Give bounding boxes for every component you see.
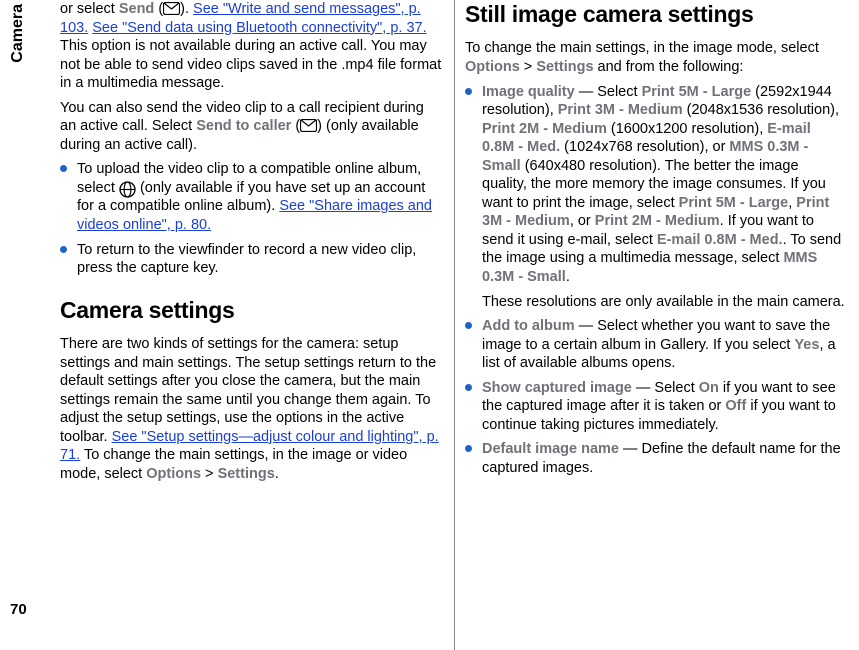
send-label: Send bbox=[119, 1, 154, 17]
text: and from the following: bbox=[594, 59, 744, 75]
message-icon bbox=[300, 119, 317, 132]
still-image-settings-heading: Still image camera settings bbox=[465, 0, 847, 29]
text: To change the main settings, in the imag… bbox=[465, 40, 819, 56]
text: (1024x768 resolution), or bbox=[560, 139, 729, 155]
send-to-caller-paragraph: You can also send the video clip to a ca… bbox=[60, 99, 442, 155]
options-label: Options bbox=[465, 59, 520, 75]
settings-label: Settings bbox=[218, 466, 275, 482]
message-icon bbox=[163, 2, 180, 15]
camera-settings-heading: Camera settings bbox=[60, 296, 442, 325]
bullet-icon bbox=[465, 88, 472, 95]
add-to-album-label: Add to album bbox=[482, 318, 575, 334]
camera-settings-paragraph: There are two kinds of settings for the … bbox=[60, 335, 442, 483]
show-captured-image-bullet: Show captured image — Select On if you w… bbox=[465, 379, 847, 435]
text: ( bbox=[291, 118, 300, 134]
show-captured-image-label: Show captured image bbox=[482, 380, 632, 396]
globe-icon bbox=[119, 181, 136, 194]
text: . bbox=[275, 466, 279, 482]
upload-online-album-bullet: To upload the video clip to a compatible… bbox=[60, 160, 442, 234]
on-label: On bbox=[699, 380, 719, 396]
options-label: Options bbox=[146, 466, 201, 482]
opt-print3m: Print 3M - Medium bbox=[558, 102, 683, 118]
bullet-icon bbox=[465, 384, 472, 391]
settings-label: Settings bbox=[536, 59, 593, 75]
text: (2048x1536 resolution), bbox=[683, 102, 839, 118]
resolution-note: These resolutions are only available in … bbox=[482, 293, 847, 312]
text: > bbox=[520, 59, 537, 75]
text: — Select bbox=[632, 380, 699, 396]
text: > bbox=[201, 466, 218, 482]
default-image-name-label: Default image name bbox=[482, 441, 619, 457]
yes-label: Yes bbox=[794, 337, 819, 353]
bullet-icon bbox=[465, 322, 472, 329]
bluetooth-connectivity-link[interactable]: See "Send data using Bluetooth connectiv… bbox=[92, 20, 426, 36]
text: ( bbox=[154, 1, 163, 17]
still-image-intro: To change the main settings, in the imag… bbox=[465, 39, 847, 76]
opt-email08m: E-mail 0.8M - Med. bbox=[657, 232, 783, 248]
opt-print2m: Print 2M - Medium bbox=[482, 121, 607, 137]
text: To return to the viewfinder to record a … bbox=[77, 241, 442, 278]
text: (1600x1200 resolution), bbox=[607, 121, 767, 137]
page-number: 70 bbox=[10, 600, 27, 619]
text: ). bbox=[180, 1, 193, 17]
bullet-icon bbox=[60, 165, 67, 172]
text: This option is not available during an a… bbox=[60, 38, 441, 91]
text: or select bbox=[60, 1, 119, 17]
bullet-icon bbox=[465, 445, 472, 452]
text: — Select bbox=[575, 84, 642, 100]
image-quality-label: Image quality bbox=[482, 84, 575, 100]
image-quality-bullet: Image quality — Select Print 5M - Large … bbox=[465, 83, 847, 312]
column-divider bbox=[454, 0, 455, 650]
text: . bbox=[566, 269, 570, 285]
return-viewfinder-bullet: To return to the viewfinder to record a … bbox=[60, 241, 442, 278]
bullet-icon bbox=[60, 246, 67, 253]
opt-print5m: Print 5M - Large bbox=[642, 84, 752, 100]
default-image-name-bullet: Default image name — Define the default … bbox=[465, 440, 847, 477]
opt-print2m: Print 2M - Medium bbox=[595, 213, 720, 229]
add-to-album-bullet: Add to album — Select whether you want t… bbox=[465, 317, 847, 373]
send-to-caller-label: Send to caller bbox=[196, 118, 291, 134]
clip-send-paragraph: or select Send (). See "Write and send m… bbox=[60, 0, 442, 93]
opt-print5m: Print 5M - Large bbox=[679, 195, 789, 211]
sidebar-tab: Camera bbox=[6, 0, 30, 67]
text: , or bbox=[570, 213, 595, 229]
off-label: Off bbox=[725, 398, 746, 414]
